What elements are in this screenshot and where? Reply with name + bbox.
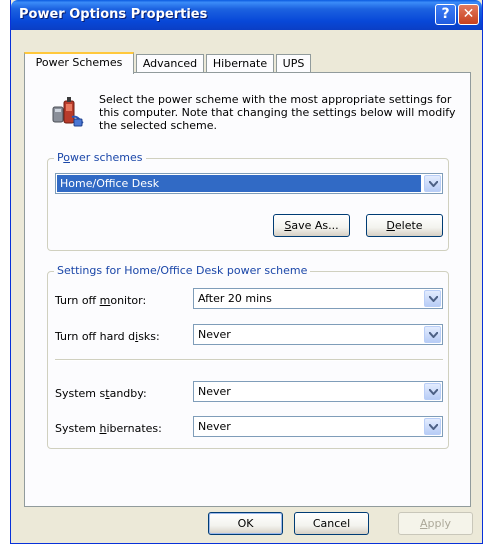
hard-disks-timeout-select[interactable]: Never bbox=[193, 324, 443, 345]
tab-power-schemes[interactable]: Power Schemes bbox=[24, 52, 134, 74]
turn-off-hard-disks-label: Turn off hard disks: bbox=[55, 330, 160, 343]
ok-button[interactable]: OK bbox=[208, 512, 283, 535]
settings-group: Settings for Home/Office Desk power sche… bbox=[47, 264, 449, 449]
standby-timeout-select[interactable]: Never bbox=[193, 381, 443, 402]
system-hibernates-label: System hibernates: bbox=[55, 422, 162, 435]
hibernate-timeout-select[interactable]: Never bbox=[193, 416, 443, 437]
chevron-down-icon[interactable] bbox=[424, 383, 441, 400]
window-title: Power Options Properties bbox=[19, 7, 208, 22]
power-schemes-panel: Select the power scheme with the most ap… bbox=[24, 72, 471, 507]
title-bar[interactable]: Power Options Properties ? ✕ bbox=[11, 0, 482, 30]
chevron-down-icon[interactable] bbox=[424, 175, 441, 192]
tab-hibernate[interactable]: Hibernate bbox=[206, 54, 274, 73]
help-icon: ? bbox=[441, 6, 450, 22]
power-scheme-select[interactable]: Home/Office Desk bbox=[55, 173, 443, 194]
power-scheme-icon bbox=[52, 97, 84, 127]
settings-divider bbox=[55, 359, 443, 361]
power-options-window: Power Options Properties ? ✕ Power Schem… bbox=[10, 0, 483, 544]
power-schemes-group: Power schemes Home/Office Desk Save As..… bbox=[47, 151, 449, 251]
close-button[interactable]: ✕ bbox=[458, 4, 479, 25]
close-icon: ✕ bbox=[462, 6, 475, 22]
save-as-button[interactable]: Save As... bbox=[273, 214, 350, 237]
delete-button[interactable]: Delete bbox=[366, 214, 443, 237]
monitor-timeout-select[interactable]: After 20 mins bbox=[193, 288, 443, 309]
settings-group-label: Settings for Home/Office Desk power sche… bbox=[54, 264, 311, 277]
chevron-down-icon[interactable] bbox=[424, 326, 441, 343]
tab-ups[interactable]: UPS bbox=[276, 54, 311, 73]
help-button[interactable]: ? bbox=[435, 4, 456, 25]
intro-text: Select the power scheme with the most ap… bbox=[99, 93, 456, 132]
power-schemes-label: Power schemes bbox=[54, 151, 146, 164]
chevron-down-icon[interactable] bbox=[424, 290, 441, 307]
chevron-down-icon[interactable] bbox=[424, 418, 441, 435]
system-standby-label: System standby: bbox=[55, 387, 147, 400]
apply-button[interactable]: Apply bbox=[398, 512, 473, 535]
turn-off-monitor-label: Turn off monitor: bbox=[55, 294, 147, 307]
tab-advanced[interactable]: Advanced bbox=[136, 54, 204, 73]
cancel-button[interactable]: Cancel bbox=[294, 512, 369, 535]
power-scheme-value: Home/Office Desk bbox=[57, 175, 421, 192]
